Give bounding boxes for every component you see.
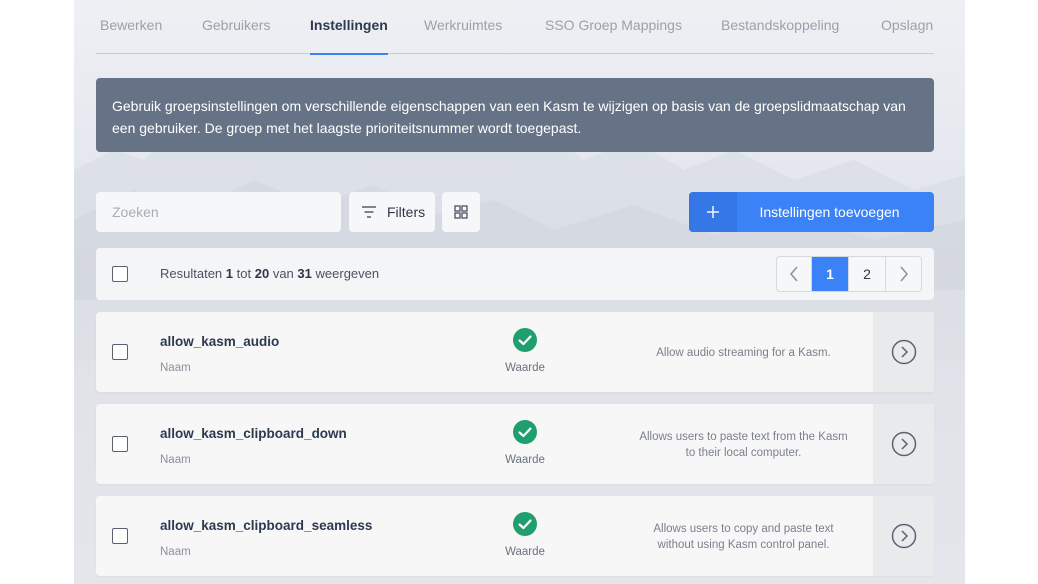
add-settings-label: Instellingen toevoegen — [759, 204, 900, 220]
chevron-right-icon — [899, 266, 908, 282]
chevron-right-circle-icon — [891, 339, 916, 365]
row-checkbox[interactable] — [112, 344, 128, 360]
setting-description: Allow audio streaming for a Kasm. — [656, 347, 831, 359]
value-label: Waarde — [505, 546, 545, 558]
grid-view-button[interactable] — [442, 192, 480, 232]
filters-label: Filters — [387, 204, 426, 220]
tab-sso-groep-mappings[interactable]: SSO Groep Mappings — [545, 0, 682, 54]
tab-instellingen[interactable]: Instellingen — [310, 0, 388, 55]
tab-werkruimtes[interactable]: Werkruimtes — [424, 0, 502, 54]
setting-name: allow_kasm_audio — [160, 334, 280, 349]
chevron-left-icon — [790, 266, 798, 282]
table-row[interactable]: allow_kasm_audio Naam Waarde Allow audio… — [96, 312, 934, 392]
tab-bewerken[interactable]: Bewerken — [100, 0, 162, 54]
row-open-button[interactable] — [873, 404, 934, 484]
chevron-right-circle-icon — [891, 431, 916, 457]
tab-gebruikers[interactable]: Gebruikers — [202, 0, 270, 54]
value-label: Waarde — [505, 362, 545, 374]
tab-bar: Bewerken Gebruikers Instellingen Werkrui… — [96, 0, 934, 55]
plus-icon — [689, 192, 737, 232]
table-row[interactable]: allow_kasm_clipboard_seamless Naam Waard… — [96, 496, 934, 576]
setting-name: allow_kasm_clipboard_seamless — [160, 518, 373, 533]
results-summary: Resultaten 1 tot 20 van 31 weergeven — [160, 266, 380, 281]
table-row[interactable]: allow_kasm_clipboard_down Naam Waarde Al… — [96, 404, 934, 484]
pagination: 1 2 — [776, 256, 922, 292]
tab-opslag[interactable]: Opslagn — [881, 0, 933, 54]
grid-icon — [454, 205, 468, 219]
setting-name: allow_kasm_clipboard_down — [160, 426, 347, 441]
check-circle-icon — [513, 420, 537, 444]
filter-icon — [362, 206, 376, 218]
filters-button[interactable]: Filters — [349, 192, 435, 232]
search-input[interactable] — [96, 192, 341, 232]
row-checkbox[interactable] — [112, 436, 128, 452]
next-page-button[interactable] — [886, 257, 921, 291]
setting-description: Allows users to copy and paste text with… — [653, 523, 834, 551]
row-open-button[interactable] — [873, 496, 934, 576]
results-bar: Resultaten 1 tot 20 van 31 weergeven 1 2 — [96, 248, 934, 300]
value-label: Waarde — [505, 454, 545, 466]
prev-page-button[interactable] — [777, 257, 813, 291]
info-banner: Gebruik groepsinstellingen om verschille… — [96, 78, 934, 152]
name-label: Naam — [160, 454, 191, 466]
tab-bestandskoppeling[interactable]: Bestandskoppeling — [721, 0, 839, 54]
main-panel: Bewerken Gebruikers Instellingen Werkrui… — [74, 0, 965, 584]
row-checkbox[interactable] — [112, 528, 128, 544]
name-label: Naam — [160, 362, 191, 374]
page-2-button[interactable]: 2 — [849, 257, 886, 291]
check-circle-icon — [513, 512, 537, 536]
page-1-button[interactable]: 1 — [812, 257, 850, 291]
row-open-button[interactable] — [873, 312, 934, 392]
name-label: Naam — [160, 546, 191, 558]
select-all-checkbox[interactable] — [112, 266, 128, 282]
setting-description: Allows users to paste text from the Kasm… — [639, 431, 848, 459]
check-circle-icon — [513, 328, 537, 352]
add-settings-button[interactable]: Instellingen toevoegen — [689, 192, 934, 232]
chevron-right-circle-icon — [891, 523, 916, 549]
